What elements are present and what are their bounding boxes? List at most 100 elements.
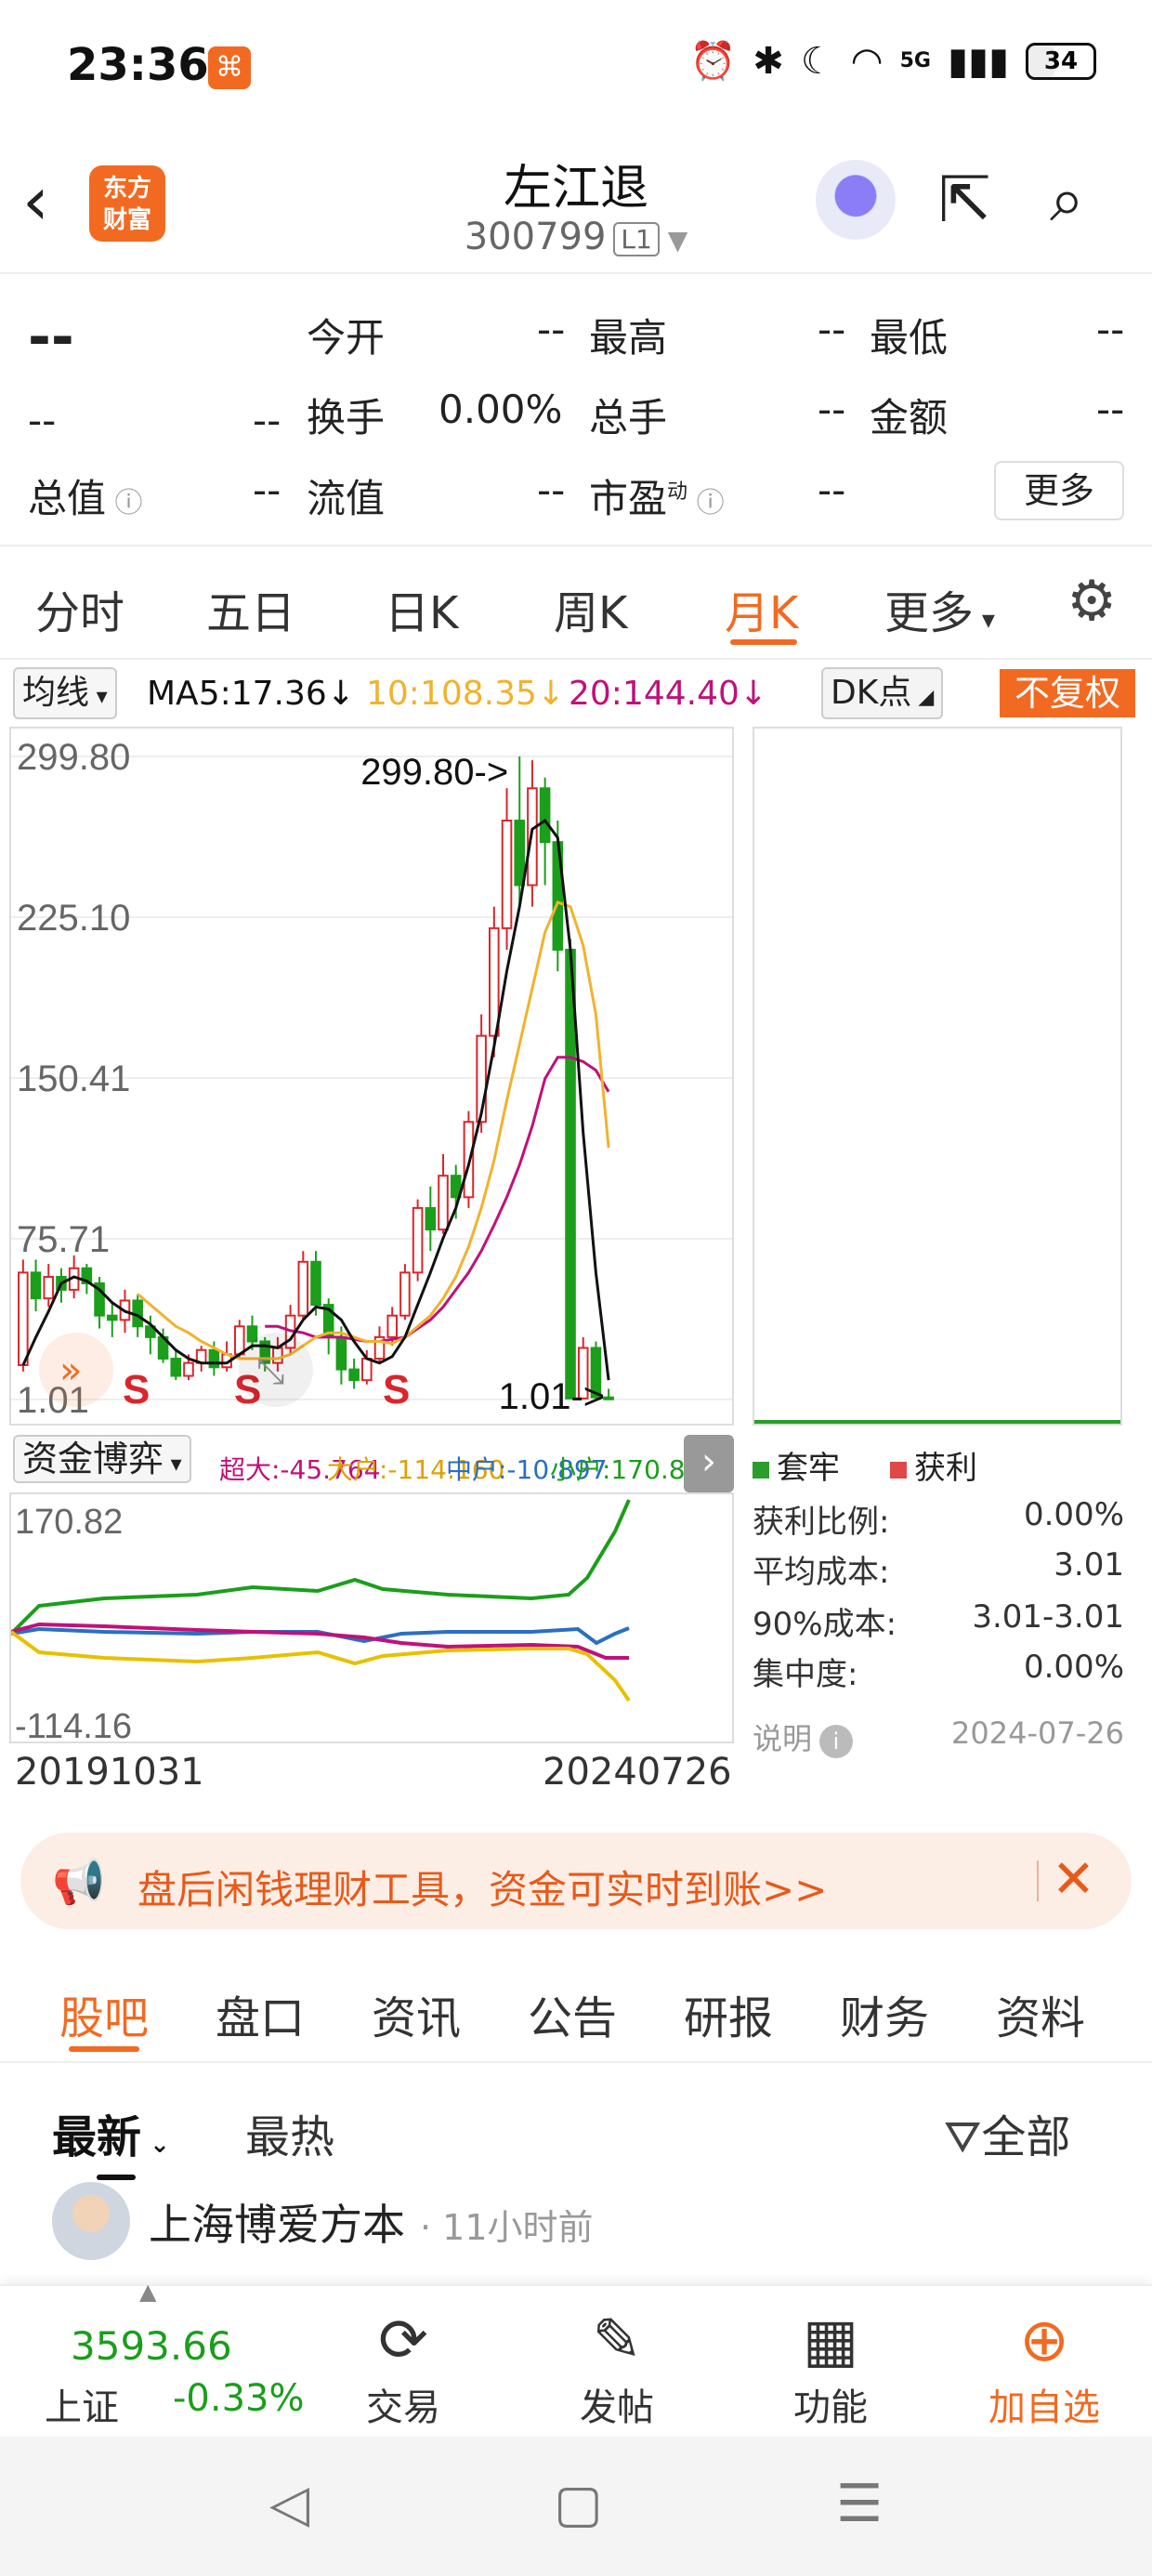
- candle-body: [425, 1206, 437, 1231]
- tab-finance[interactable]: 财务: [840, 1981, 929, 2046]
- candle-body: [233, 1325, 245, 1356]
- battery-icon: 34: [1026, 42, 1096, 80]
- nav-back-icon[interactable]: ◁: [269, 2474, 309, 2534]
- tab-news[interactable]: 资讯: [372, 1981, 461, 2046]
- candle-body: [106, 1314, 118, 1321]
- fund-y-top: 170.82: [15, 1503, 123, 1542]
- tab-research[interactable]: 研报: [684, 1981, 773, 2046]
- bluetooth-icon: ✱: [753, 39, 784, 83]
- quote-panel: -- -- -- 今开 -- 最高 -- 最低 -- 换手 0.00% 总手 -…: [0, 277, 1152, 546]
- candle-body: [335, 1335, 347, 1371]
- caret-up-icon[interactable]: ▲: [139, 2279, 156, 2305]
- trade-label: 交易: [366, 2386, 440, 2429]
- filter-all[interactable]: ⛛全部: [944, 2100, 1070, 2165]
- share-icon[interactable]: ⇱: [938, 164, 991, 237]
- tab-announcements[interactable]: 公告: [528, 1981, 617, 2046]
- info-icon[interactable]: ⓘ: [687, 487, 725, 519]
- high-label: 最高: [589, 315, 668, 361]
- tab-orderbook[interactable]: 盘口: [216, 1981, 305, 2046]
- open-label: 今开: [307, 315, 386, 361]
- sort-hot[interactable]: 最热: [245, 2100, 334, 2165]
- period-tabs: 分时 五日 日K 周K 月K 更多 ▾ ⚙: [0, 548, 1152, 660]
- min-price-label: 1.01->: [499, 1376, 606, 1417]
- signal-icon: ▮▮▮: [947, 39, 1009, 83]
- tab-intraday[interactable]: 分时: [35, 576, 124, 641]
- index-change: -0.33%: [173, 2377, 305, 2420]
- tab-weekly-k[interactable]: 周K: [554, 576, 627, 641]
- edit-icon: ✎: [592, 2307, 642, 2375]
- sell-signal: S: [123, 1367, 150, 1413]
- avatar[interactable]: [52, 2182, 130, 2260]
- nav-menu-icon[interactable]: ☰: [836, 2474, 883, 2534]
- ai-assistant-icon[interactable]: [816, 160, 896, 240]
- index-value[interactable]: 3593.66: [71, 2323, 232, 2369]
- candle-body: [438, 1175, 449, 1231]
- amount-value: --: [1096, 387, 1125, 432]
- ma5-value: MA5:17.36↓: [147, 675, 355, 713]
- fund-select[interactable]: 资金博弈 ▾: [13, 1435, 191, 1483]
- profit-ratio-label: 获利比例:: [753, 1504, 890, 1541]
- open-value: --: [537, 307, 566, 352]
- filter-icon: ⛛: [944, 2111, 982, 2163]
- tab-five-day[interactable]: 五日: [206, 576, 295, 641]
- fullscreen-icon-glyph: ⤡: [256, 1350, 284, 1391]
- functions-button[interactable]: ▦ 功能: [738, 2305, 923, 2431]
- note-link[interactable]: 说明 i: [753, 1721, 854, 1758]
- post-author[interactable]: 上海博爱方本: [149, 2191, 405, 2253]
- close-icon[interactable]: ✕: [1052, 1849, 1095, 1910]
- ma5-text: MA5:17.36: [147, 675, 327, 713]
- no-adjust-button[interactable]: 不复权: [999, 669, 1135, 717]
- promo-banner[interactable]: 📢 盘后闲钱理财工具，资金可实时到账>> ✕: [20, 1833, 1132, 1929]
- tab-profile[interactable]: 资料: [996, 1981, 1085, 2046]
- trade-button[interactable]: ⟳ 交易: [310, 2305, 496, 2431]
- indicator-select[interactable]: 均线 ▾: [13, 667, 117, 719]
- pe-label: 市盈动 ⓘ: [589, 467, 725, 524]
- tab-more[interactable]: 更多 ▾: [884, 576, 995, 641]
- fund-flow-chart: 170.82 -114.16: [9, 1492, 734, 1746]
- status-icons: ⏰ ✱ ☾ ◠ 5G ▮▮▮ 34: [689, 39, 1096, 83]
- tab-forum[interactable]: 股吧: [59, 1981, 149, 2046]
- chevron-down-icon: ⌄: [141, 2131, 170, 2159]
- max-price-label: 299.80->: [360, 752, 508, 793]
- candle-body: [297, 1260, 309, 1317]
- post-item[interactable]: 上海博爱方本 · 11小时前: [0, 2182, 1152, 2284]
- dk-select[interactable]: DK点 ◢: [821, 667, 944, 719]
- nav-home-icon[interactable]: ▢: [554, 2474, 603, 2534]
- add-watchlist-button[interactable]: ⊕ 加自选: [951, 2305, 1137, 2431]
- info-icon: i: [819, 1725, 854, 1758]
- sort-latest[interactable]: 最新 ⌄: [52, 2100, 170, 2165]
- index-name: 上证: [45, 2386, 119, 2429]
- pe-value: --: [818, 467, 846, 513]
- promo-text: 盘后闲钱理财工具，资金可实时到账>>: [137, 1867, 828, 1912]
- kline-chart[interactable]: 299.80 225.10 150.41 75.71 1.01 299.80-> 1.01-…: [9, 727, 734, 1426]
- candle-body: [18, 1271, 29, 1366]
- volume-value: --: [818, 387, 846, 432]
- gear-icon[interactable]: ⚙: [1067, 569, 1117, 634]
- info-icon[interactable]: ⓘ: [106, 487, 143, 519]
- expand-arrow-icon[interactable]: ›: [684, 1435, 734, 1492]
- note-row: 说明 i 2024-07-26: [753, 1715, 1124, 1758]
- candle-body: [565, 948, 576, 1400]
- search-icon[interactable]: ⌕: [1050, 164, 1084, 237]
- ma10-text: 10:108.35: [366, 675, 537, 713]
- plus-circle-icon: ⊕: [1019, 2307, 1069, 2375]
- tab-monthly-k[interactable]: 月K: [725, 576, 798, 641]
- big-holder-line: [9, 1630, 631, 1702]
- chip-distribution-chart: [753, 727, 1122, 1426]
- avg-cost-value: 3.01: [1054, 1546, 1124, 1584]
- ma10-value: 10:108.35↓: [366, 675, 566, 713]
- tab-daily-k[interactable]: 日K: [385, 576, 458, 641]
- low-label: 最低: [870, 315, 949, 361]
- start-date: 20191031: [15, 1751, 204, 1794]
- avg-cost-row: 平均成本: 3.01: [753, 1546, 1124, 1592]
- candle-body: [603, 1396, 614, 1400]
- active-subtab-indicator: [69, 2046, 139, 2052]
- more-button[interactable]: 更多: [994, 461, 1124, 520]
- sort-latest-label: 最新: [52, 2111, 142, 2163]
- float-cap-value: --: [537, 467, 566, 513]
- post-time: · 11小时前: [420, 2207, 594, 2248]
- concentration-value: 0.00%: [1023, 1649, 1124, 1686]
- post-button[interactable]: ✎ 发帖: [524, 2305, 710, 2431]
- amount-label: 金额: [870, 395, 949, 440]
- caret-icon: ◢: [911, 686, 935, 709]
